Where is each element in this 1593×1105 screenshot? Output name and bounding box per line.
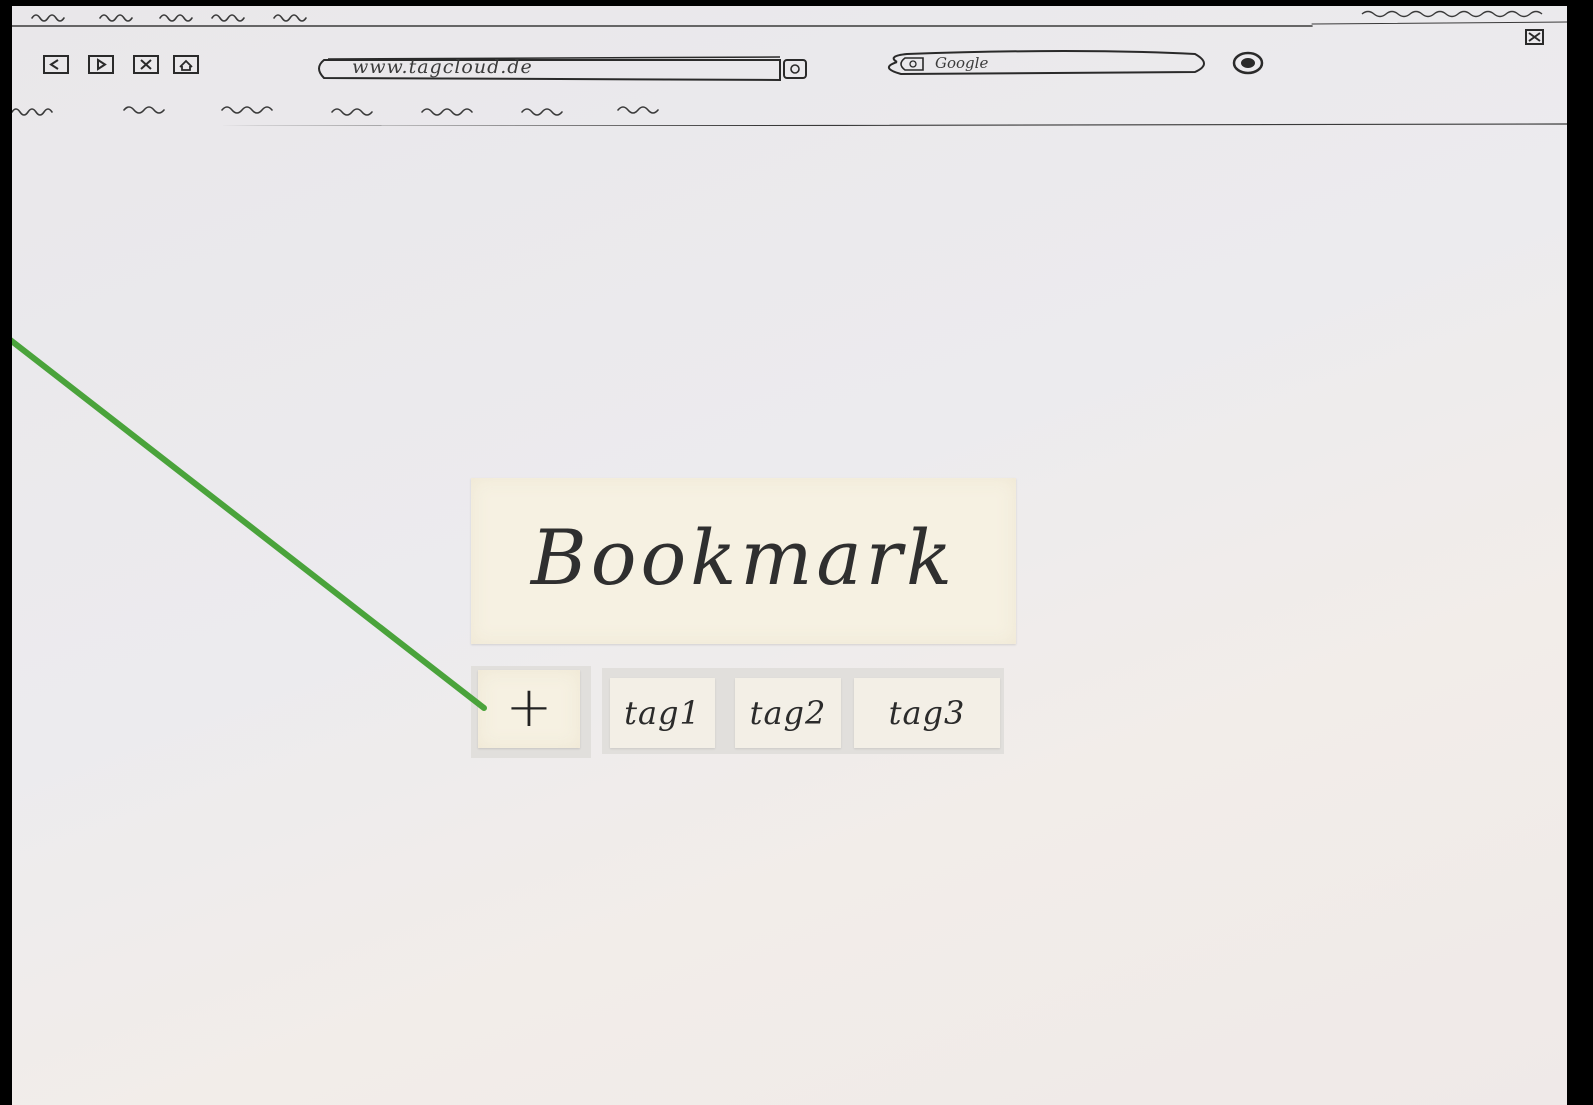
back-icon[interactable] <box>42 54 70 76</box>
menu-bar <box>12 6 1567 34</box>
tag-chip[interactable]: tag3 <box>854 678 1000 748</box>
search-go-icon[interactable] <box>1230 50 1266 76</box>
close-icon[interactable] <box>1524 28 1546 48</box>
bookmarks-bar <box>12 98 1567 126</box>
search-field[interactable]: Google <box>877 42 1217 86</box>
forward-icon[interactable] <box>87 54 115 76</box>
tag-chip[interactable]: tag1 <box>610 678 715 748</box>
url-text: www.tagcloud.de <box>352 56 533 78</box>
home-icon[interactable] <box>172 54 200 76</box>
search-text: Google <box>935 54 989 72</box>
toolbar: www.tagcloud.de Google <box>12 29 1567 96</box>
tag-label: tag3 <box>888 694 966 732</box>
add-tag-button[interactable]: + <box>478 670 580 748</box>
url-field[interactable]: www.tagcloud.de <box>310 46 820 90</box>
bookmarks-bar-scribbles <box>12 106 1567 126</box>
stop-icon[interactable] <box>132 54 160 76</box>
tag-chip[interactable]: tag2 <box>735 678 841 748</box>
bookmark-card[interactable]: Bookmark <box>471 478 1016 644</box>
search-field-outline <box>888 50 1205 76</box>
tag-label: tag1 <box>624 694 701 732</box>
paper-sketch: www.tagcloud.de Google Bookmark + tag1 t… <box>12 6 1567 1105</box>
tag-label: tag2 <box>749 694 827 732</box>
window-controls <box>1361 10 1543 18</box>
browser-chrome: www.tagcloud.de Google <box>12 6 1567 130</box>
menu-bar-scribbles <box>12 14 1567 27</box>
add-tag-label: + <box>505 675 553 740</box>
bookmark-title: Bookmark <box>530 513 957 602</box>
